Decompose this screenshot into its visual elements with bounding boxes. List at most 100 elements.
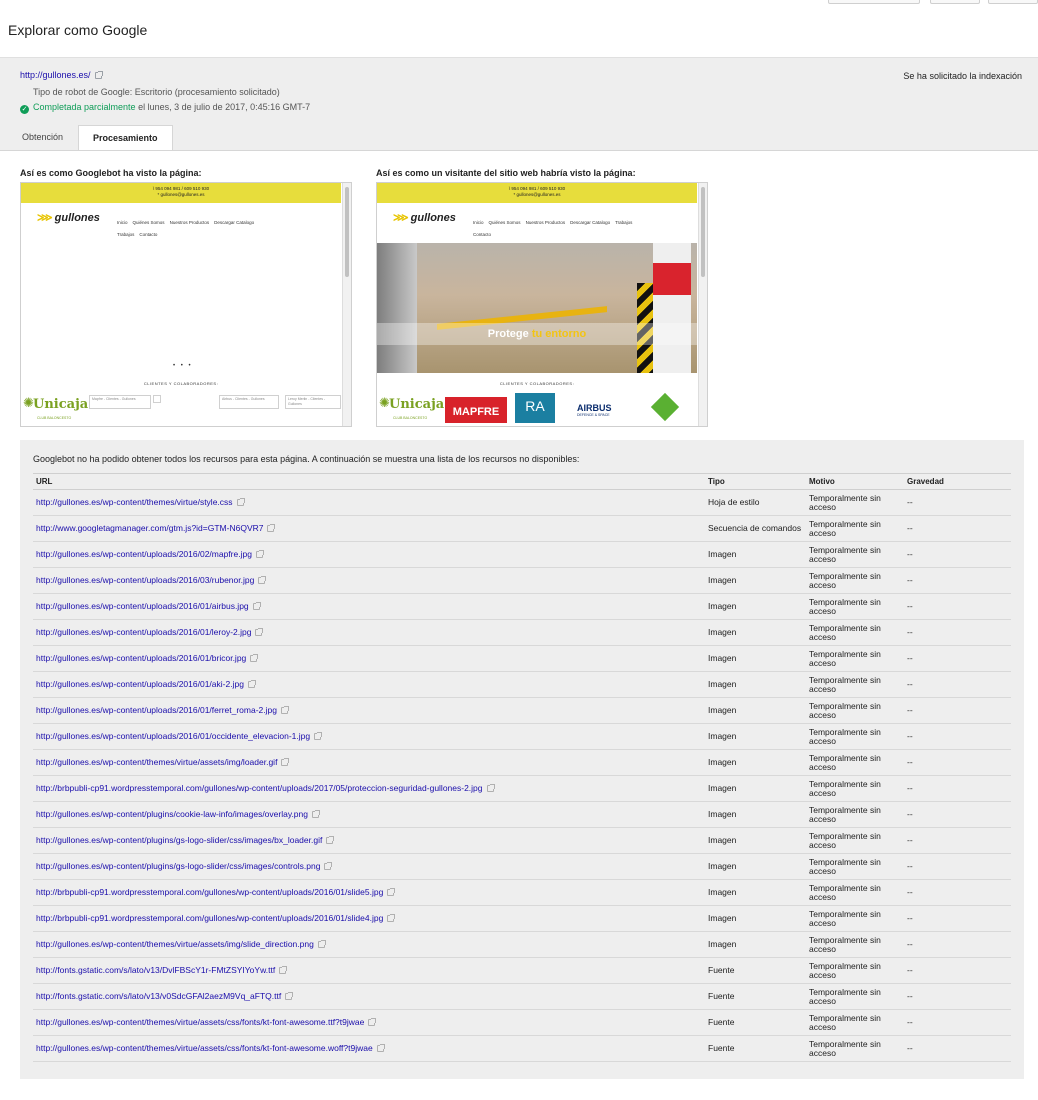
toolbar-button[interactable] (828, 0, 920, 4)
resource-url-cell[interactable]: http://gullones.es/wp-content/uploads/20… (33, 619, 705, 646)
nav-item: Quiénes Somos (132, 220, 165, 225)
resource-url-link[interactable]: http://fonts.gstatic.com/s/lato/v13/DvlF… (36, 965, 275, 975)
resource-url-link[interactable]: http://gullones.es/wp-content/uploads/20… (36, 575, 254, 585)
resource-url-cell[interactable]: http://gullones.es/wp-content/uploads/20… (33, 541, 705, 568)
external-link-icon[interactable] (255, 628, 264, 636)
visitor-preview[interactable]: \ 954 094 981 / 609 510 930 * gullones@g… (376, 182, 708, 427)
resource-url-cell[interactable]: http://gullones.es/wp-content/plugins/co… (33, 801, 705, 828)
external-link-icon[interactable] (368, 1018, 377, 1026)
table-row: http://gullones.es/wp-content/plugins/gs… (33, 853, 1011, 880)
external-link-icon[interactable] (250, 654, 259, 662)
resource-url-link[interactable]: http://gullones.es/wp-content/uploads/20… (36, 627, 251, 637)
external-link-icon[interactable] (314, 732, 323, 740)
resource-url-cell[interactable]: http://gullones.es/wp-content/themes/vir… (33, 1035, 705, 1062)
resource-url-link[interactable]: http://gullones.es/wp-content/plugins/co… (36, 809, 308, 819)
external-link-icon[interactable] (285, 992, 294, 1000)
table-row: http://brbpubli-cp91.wordpresstemporal.c… (33, 905, 1011, 932)
resource-url-link[interactable]: http://gullones.es/wp-content/uploads/20… (36, 731, 310, 741)
toolbar-button[interactable] (930, 0, 980, 4)
external-link-icon[interactable] (280, 706, 289, 714)
external-link-icon[interactable] (94, 71, 103, 79)
external-link-icon[interactable] (387, 888, 396, 896)
resource-url-cell[interactable]: http://fonts.gstatic.com/s/lato/v13/DvlF… (33, 957, 705, 984)
resource-url-cell[interactable]: http://gullones.es/wp-content/uploads/20… (33, 593, 705, 620)
resource-url-link[interactable]: http://fonts.gstatic.com/s/lato/v13/v0Sd… (36, 991, 281, 1001)
resource-url-link[interactable]: http://gullones.es/wp-content/themes/vir… (36, 1017, 364, 1027)
external-link-icon[interactable] (236, 498, 245, 506)
resource-url-cell[interactable]: http://gullones.es/wp-content/themes/vir… (33, 931, 705, 958)
resource-url-link[interactable]: http://brbpubli-cp91.wordpresstemporal.c… (36, 887, 383, 897)
table-row: http://gullones.es/wp-content/themes/vir… (33, 1035, 1011, 1062)
resource-url-cell[interactable]: http://brbpubli-cp91.wordpresstemporal.c… (33, 775, 705, 802)
resource-url-cell[interactable]: http://gullones.es/wp-content/uploads/20… (33, 723, 705, 750)
external-link-icon[interactable] (326, 836, 335, 844)
resource-severity: -- (904, 879, 1011, 906)
resource-type: Fuente (705, 1035, 806, 1062)
external-link-icon[interactable] (324, 862, 333, 870)
resource-url-cell[interactable]: http://gullones.es/wp-content/themes/vir… (33, 489, 705, 516)
resource-url-link[interactable]: http://gullones.es/wp-content/plugins/gs… (36, 861, 320, 871)
resource-url-cell[interactable]: http://brbpubli-cp91.wordpresstemporal.c… (33, 879, 705, 906)
external-link-icon[interactable] (486, 784, 495, 792)
status-label: Completada parcialmente (33, 102, 136, 112)
resource-url-link[interactable]: http://gullones.es/wp-content/themes/vir… (36, 1043, 373, 1053)
column-header-severity: Gravedad (904, 473, 1011, 490)
resource-url-link[interactable]: http://gullones.es/wp-content/uploads/20… (36, 653, 246, 663)
tab-obtencion[interactable]: Obtención (8, 125, 77, 150)
robot-type: Tipo de robot de Google: Escritorio (pro… (33, 87, 280, 97)
resource-severity: -- (904, 619, 1011, 646)
tab-procesamiento[interactable]: Procesamiento (78, 125, 173, 151)
external-link-icon[interactable] (247, 680, 256, 688)
googlebot-preview[interactable]: \ 954 094 981 / 609 510 930 * gullones@g… (20, 182, 352, 427)
preview-scrollbar[interactable] (342, 183, 351, 426)
table-row: http://gullones.es/wp-content/plugins/co… (33, 801, 1011, 828)
external-link-icon[interactable] (312, 810, 320, 818)
fetched-url-link[interactable]: http://gullones.es/ (20, 70, 103, 80)
external-link-icon[interactable] (279, 966, 288, 974)
external-link-icon[interactable] (255, 550, 264, 558)
resource-type: Fuente (705, 983, 806, 1010)
external-link-icon[interactable] (387, 914, 396, 922)
resource-url-link[interactable]: http://gullones.es/wp-content/themes/vir… (36, 757, 277, 767)
resource-url-cell[interactable]: http://gullones.es/wp-content/uploads/20… (33, 567, 705, 594)
table-row: http://gullones.es/wp-content/uploads/20… (33, 541, 1011, 568)
column-header-url: URL (33, 473, 705, 490)
resource-url-link[interactable]: http://gullones.es/wp-content/uploads/20… (36, 705, 277, 715)
external-link-icon[interactable] (376, 1044, 385, 1052)
preview-scrollbar[interactable] (698, 183, 707, 426)
resource-url-cell[interactable]: http://fonts.gstatic.com/s/lato/v13/v0Sd… (33, 983, 705, 1010)
resource-url-cell[interactable]: http://gullones.es/wp-content/themes/vir… (33, 749, 705, 776)
resource-type: Imagen (705, 905, 806, 932)
toolbar-button[interactable] (988, 0, 1038, 4)
logo-subtext: CLUB BALONCESTO (37, 416, 72, 420)
resource-url-link[interactable]: http://gullones.es/wp-content/uploads/20… (36, 679, 244, 689)
resource-reason: Temporalmente sin acceso (806, 723, 904, 750)
external-link-icon[interactable] (252, 602, 261, 610)
resource-url-cell[interactable]: http://gullones.es/wp-content/uploads/20… (33, 671, 705, 698)
external-link-icon[interactable] (258, 576, 267, 584)
external-link-icon[interactable] (317, 940, 326, 948)
external-link-icon[interactable] (267, 524, 276, 532)
caption-text: Protege (487, 328, 532, 340)
external-link-icon[interactable] (281, 758, 290, 766)
resource-url-cell[interactable]: http://www.googletagmanager.com/gtm.js?i… (33, 515, 705, 542)
resource-url-link[interactable]: http://brbpubli-cp91.wordpresstemporal.c… (36, 783, 483, 793)
resource-url-link[interactable]: http://gullones.es/wp-content/themes/vir… (36, 497, 233, 507)
resource-url-link[interactable]: http://brbpubli-cp91.wordpresstemporal.c… (36, 913, 383, 923)
contact-bar: \ 954 094 981 / 609 510 930 * gullones@g… (377, 183, 697, 203)
resource-url-cell[interactable]: http://gullones.es/wp-content/plugins/gs… (33, 853, 705, 880)
resource-severity: -- (904, 931, 1011, 958)
resource-url-cell[interactable]: http://gullones.es/wp-content/plugins/gs… (33, 827, 705, 854)
table-row: http://gullones.es/wp-content/themes/vir… (33, 749, 1011, 776)
resource-url-link[interactable]: http://gullones.es/wp-content/themes/vir… (36, 939, 314, 949)
resource-url-link[interactable]: http://www.googletagmanager.com/gtm.js?i… (36, 523, 263, 533)
resource-url-link[interactable]: http://gullones.es/wp-content/plugins/gs… (36, 835, 322, 845)
resource-url-link[interactable]: http://gullones.es/wp-content/uploads/20… (36, 601, 249, 611)
resource-reason: Temporalmente sin acceso (806, 827, 904, 854)
resource-url-cell[interactable]: http://brbpubli-cp91.wordpresstemporal.c… (33, 905, 705, 932)
resource-url-cell[interactable]: http://gullones.es/wp-content/uploads/20… (33, 645, 705, 672)
unicaja-logo: ✺ Unicaja CLUB BALONCESTO (23, 393, 88, 423)
resource-url-link[interactable]: http://gullones.es/wp-content/uploads/20… (36, 549, 252, 559)
resource-url-cell[interactable]: http://gullones.es/wp-content/uploads/20… (33, 697, 705, 724)
resource-url-cell[interactable]: http://gullones.es/wp-content/themes/vir… (33, 1009, 705, 1036)
